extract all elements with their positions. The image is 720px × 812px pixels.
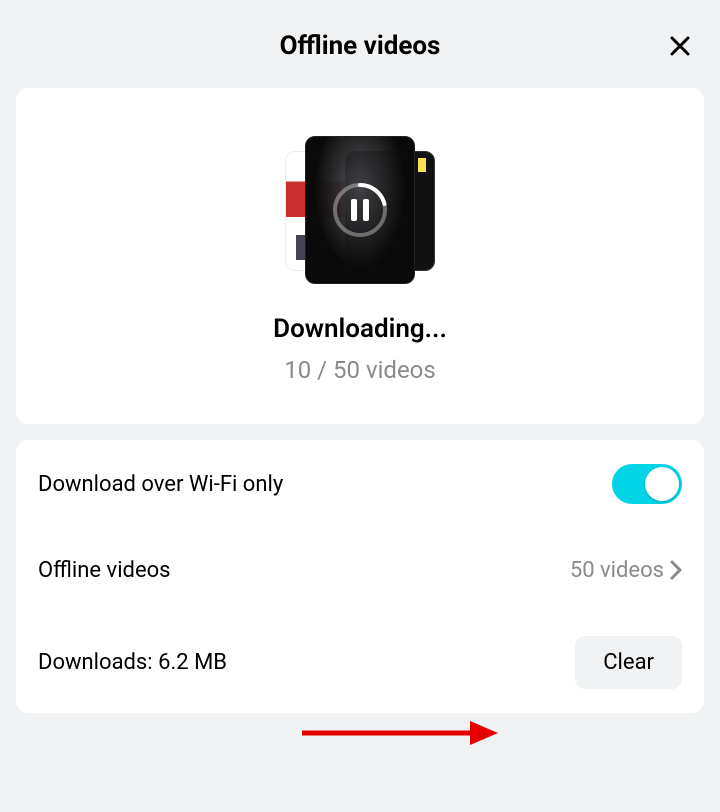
downloads-size-label: Downloads: 6.2 MB	[38, 650, 227, 675]
wifi-only-label: Download over Wi-Fi only	[38, 472, 283, 497]
toggle-knob	[645, 467, 679, 501]
offline-videos-row[interactable]: Offline videos 50 videos	[16, 528, 704, 612]
downloads-row: Downloads: 6.2 MB Clear	[16, 612, 704, 713]
offline-videos-modal: Offline videos Downl	[0, 0, 720, 812]
modal-header: Offline videos	[16, 16, 704, 76]
video-thumbnail-stack	[285, 136, 435, 286]
clear-button[interactable]: Clear	[575, 636, 682, 689]
offline-videos-value: 50 videos	[570, 558, 682, 583]
chevron-right-icon	[670, 560, 682, 580]
close-button[interactable]	[664, 30, 696, 62]
offline-videos-count: 50 videos	[570, 558, 664, 583]
page-title: Offline videos	[280, 31, 441, 61]
wifi-only-toggle[interactable]	[612, 464, 682, 504]
download-status-card: Downloading... 10 / 50 videos	[16, 88, 704, 424]
video-thumbnail-center[interactable]	[305, 136, 415, 284]
download-count-text: 10 / 50 videos	[284, 356, 436, 384]
wifi-only-row: Download over Wi-Fi only	[16, 440, 704, 528]
download-status-text: Downloading...	[273, 314, 447, 344]
close-icon	[668, 34, 692, 58]
offline-videos-label: Offline videos	[38, 558, 171, 583]
settings-card: Download over Wi-Fi only Offline videos …	[16, 440, 704, 713]
progress-ring	[332, 182, 388, 238]
annotation-arrow-icon	[298, 718, 498, 748]
